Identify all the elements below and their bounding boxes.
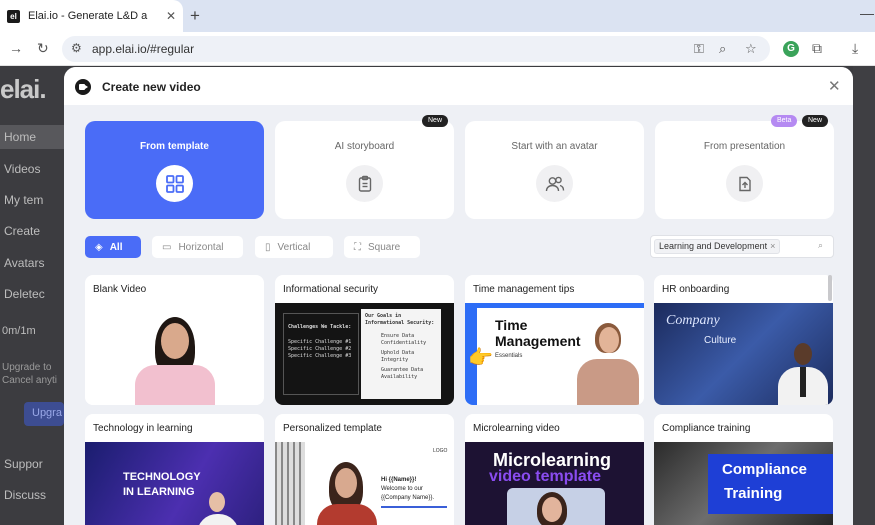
template-thumbnail: Company Culture (654, 303, 833, 405)
template-thumbnail: Compliance Training (654, 442, 833, 525)
browser-tab-strip: el Elai.io - Generate L&D and mar ✕ + — (0, 0, 875, 32)
pointing-hand-icon: 👉 (468, 347, 493, 369)
beta-badge: Beta (771, 115, 798, 127)
upload-icon (726, 165, 763, 202)
filter-vertical[interactable]: ▯ Vertical (255, 236, 333, 258)
remove-tag-icon[interactable]: × (770, 241, 775, 251)
sidebar-item-discuss[interactable]: Discuss (4, 488, 46, 502)
mode-label: Start with an avatar (511, 141, 598, 152)
url-text[interactable]: app.elai.io/#regular (92, 42, 194, 56)
mode-label: AI storyboard (334, 141, 395, 152)
filter-horizontal[interactable]: ▭ Horizontal (152, 236, 243, 258)
new-tab-icon[interactable]: + (190, 6, 200, 26)
scrollbar-thumb[interactable] (828, 275, 832, 301)
new-badge: New (422, 115, 449, 127)
upgrade-text: Upgrade to (2, 362, 52, 373)
tab-title: Elai.io - Generate L&D and mar (28, 10, 148, 22)
browser-tab[interactable]: el Elai.io - Generate L&D and mar ✕ (0, 0, 183, 32)
password-key-icon[interactable]: ⚿ (694, 41, 704, 57)
template-thumbnail: LOGO Hi {{Name}}! Welcome to our {{Compa… (275, 442, 454, 525)
monitor-icon: ▭ (162, 241, 172, 253)
template-thumbnail (85, 303, 264, 405)
close-icon[interactable]: ✕ (828, 77, 841, 95)
users-icon (536, 165, 573, 202)
search-icon: ⌕ (818, 240, 824, 250)
grid-icon (156, 165, 193, 202)
square-icon: ⛶ (354, 241, 361, 253)
filter-all[interactable]: ◈ All (85, 236, 141, 258)
app-right-panel (853, 66, 875, 525)
grammarly-extension-icon[interactable]: G (783, 41, 799, 57)
bookmark-star-icon[interactable]: ☆ (745, 41, 757, 57)
template-card-microlearning[interactable]: Microlearning video Microlearning video … (465, 414, 644, 525)
template-title: HR onboarding (662, 284, 730, 295)
modal-header: Create new video ✕ (64, 67, 853, 105)
sidebar-item-my-templates[interactable]: My tem (4, 193, 43, 207)
template-title: Informational security (283, 284, 379, 295)
upgrade-button[interactable]: Upgra (24, 402, 64, 426)
site-settings-icon[interactable]: ⚙ (71, 41, 82, 55)
reload-icon[interactable]: ↻ (37, 40, 49, 57)
minimize-icon[interactable]: — (860, 5, 874, 21)
sidebar-item-videos[interactable]: Videos (4, 162, 40, 176)
browser-toolbar: → ↻ ⚙ app.elai.io/#regular ⚿ ⌕ ☆ G ⧉ ⤓ (0, 32, 875, 66)
template-card-time-management[interactable]: Time management tips Time Management Ess… (465, 275, 644, 405)
template-card-personalized[interactable]: Personalized template LOGO Hi {{Name}}! … (275, 414, 454, 525)
template-title: Personalized template (283, 423, 382, 434)
template-title: Compliance training (662, 423, 751, 434)
usage-counter: 0m/1m (2, 325, 36, 337)
template-title: Blank Video (93, 284, 147, 295)
layers-icon: ◈ (95, 241, 103, 253)
address-bar[interactable]: ⚙ app.elai.io/#regular ⚿ ⌕ ☆ (62, 36, 770, 62)
app-logo: elai. (0, 74, 47, 104)
video-camera-icon (75, 79, 91, 95)
template-card-technology-in-learning[interactable]: Technology in learning TECHNOLOGY IN LEA… (85, 414, 264, 525)
template-card-blank-video[interactable]: Blank Video (85, 275, 264, 405)
template-thumbnail: Time Management Essentials 👉 (465, 303, 644, 405)
sidebar-item-create[interactable]: Create (4, 224, 40, 238)
mode-card-from-presentation[interactable]: From presentation (655, 121, 834, 219)
filter-square[interactable]: ⛶ Square (344, 236, 420, 258)
clipboard-icon (346, 165, 383, 202)
create-video-modal: Create new video ✕ From template AI stor… (64, 67, 853, 525)
mode-label: From template (140, 141, 209, 152)
sidebar-item-support[interactable]: Suppor (4, 457, 43, 471)
mode-label: From presentation (703, 141, 786, 152)
sidebar-item-home[interactable]: Home (0, 125, 64, 149)
zoom-icon[interactable]: ⌕ (719, 41, 726, 57)
new-badge: New (802, 115, 829, 127)
site-favicon-icon: el (7, 9, 20, 23)
template-thumbnail: TECHNOLOGY IN LEARNING (85, 442, 264, 525)
template-card-compliance-training[interactable]: Compliance training Compliance Training (654, 414, 833, 525)
download-icon[interactable]: ⤓ (852, 40, 858, 57)
mode-card-from-template[interactable]: From template (85, 121, 264, 219)
mode-card-avatar[interactable]: Start with an avatar (465, 121, 644, 219)
forward-arrow-icon[interactable]: → (9, 40, 23, 56)
template-thumbnail: Microlearning video template (465, 442, 644, 525)
cancel-text: Cancel anyti (2, 375, 58, 386)
sidebar-item-deleted[interactable]: Deletec (4, 287, 45, 301)
template-title: Time management tips (473, 284, 575, 295)
tab-close-icon[interactable]: ✕ (166, 9, 176, 23)
template-card-informational-security[interactable]: Informational security Challenges We Tac… (275, 275, 454, 405)
sidebar-item-avatars[interactable]: Avatars (4, 256, 44, 270)
search-tag-chip: Learning and Development × (654, 239, 781, 254)
template-card-hr-onboarding[interactable]: HR onboarding Company Culture (654, 275, 833, 405)
mode-card-ai-storyboard[interactable]: AI storyboard (275, 121, 454, 219)
template-thumbnail: Challenges We Tackle: Specific Challenge… (275, 303, 454, 405)
template-title: Microlearning video (473, 423, 560, 434)
extensions-puzzle-icon[interactable]: ⧉ (812, 40, 822, 57)
modal-title: Create new video (102, 80, 201, 94)
template-title: Technology in learning (93, 423, 193, 434)
phone-icon: ▯ (265, 241, 271, 253)
template-search-input[interactable]: Learning and Development × ⌕ (650, 235, 834, 258)
